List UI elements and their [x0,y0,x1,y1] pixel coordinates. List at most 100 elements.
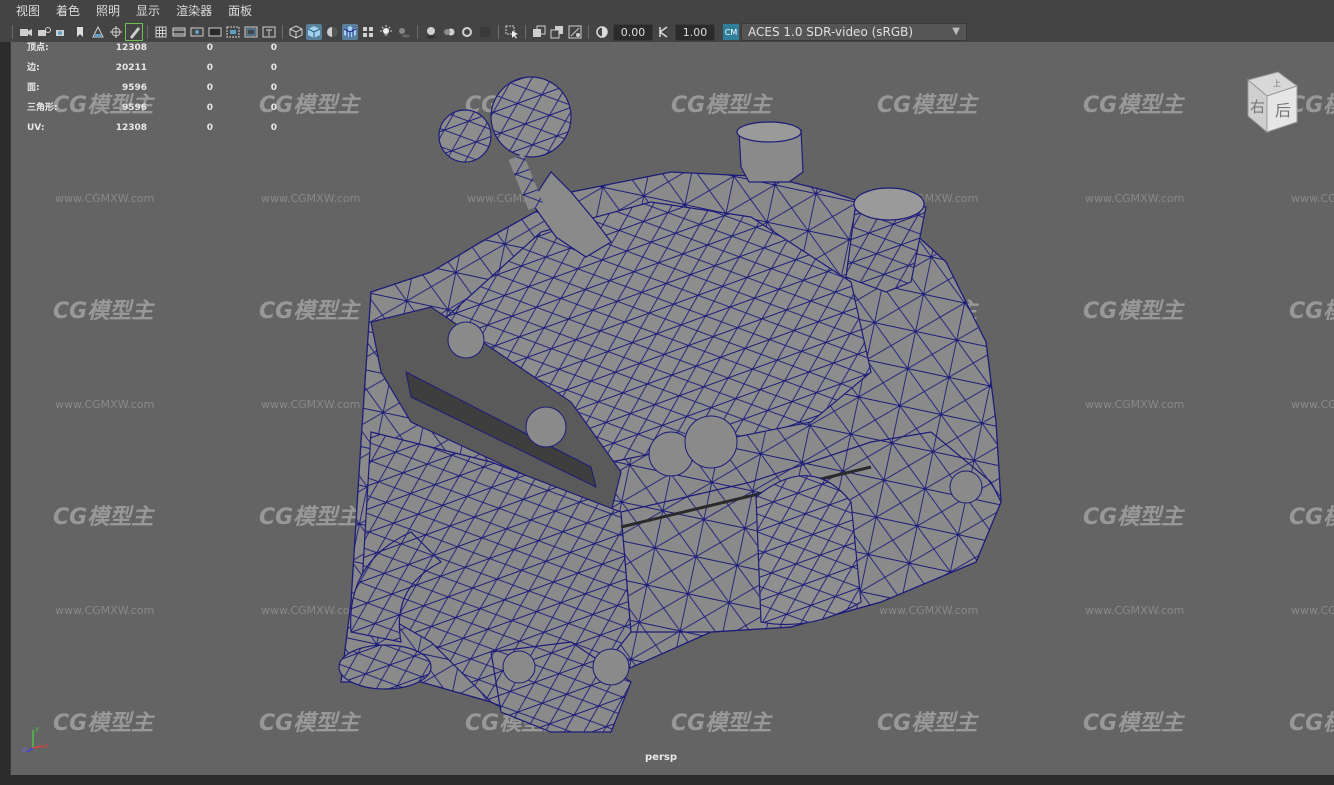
camera-select-icon[interactable] [18,24,34,40]
bookmark-icon[interactable] [72,24,88,40]
watermark-logo: CG模型主 [1083,711,1185,736]
watermark-logo: CG模型主 [53,299,155,324]
hud-row: 顶点: 12308 0 0 [27,42,277,62]
toolbar-divider [588,25,589,39]
treasure-chest-model [338,76,1002,733]
watermark-logo: CG模型主 [1083,93,1185,118]
watermark-url: www.CGMXW.com [1085,192,1184,205]
isolate-select-icon[interactable] [504,24,520,40]
grease-pencil-icon[interactable] [125,23,143,41]
shadows-icon[interactable] [396,24,412,40]
view-transform-dropdown[interactable]: ACES 1.0 SDR-video (sRGB) ▼ [741,23,967,41]
hud-row: 边: 20211 0 0 [27,62,277,82]
viewport-persp[interactable]: CG模型主 CG模型主 CG模型主 CG模型主 CG模型主 CG模型主 CG模型主 CG模型主… [10,42,1334,775]
use-all-lights-icon[interactable] [378,24,394,40]
watermark-logo: CG模型主 [259,711,361,736]
watermark-url: www.CGMXW.com [1291,192,1334,205]
hud-value-total: 20211 [115,63,147,73]
watermark-logo: CG模型主 [1083,505,1185,530]
axis-x-label: x [44,742,48,750]
hud-value-other: 0 [270,103,277,113]
panel-bottom-border [0,775,1334,785]
watermark-logo: CG模型主 [1289,505,1334,530]
view-transform-value: ACES 1.0 SDR-video (sRGB) [748,25,914,39]
film-gate-icon[interactable] [171,24,187,40]
gamma-field[interactable]: 1.00 [675,23,715,41]
watermark-logo: CG模型主 [259,505,361,530]
gamma-icon[interactable] [656,24,672,40]
watermark-url: www.CGMXW.com [261,398,360,411]
toolbar-divider [282,25,283,39]
wireframe-on-shaded-icon[interactable] [342,24,358,40]
exposure-field[interactable]: 0.00 [613,23,653,41]
grid-icon[interactable] [153,24,169,40]
watermark-logo: CG模型主 [671,93,773,118]
image-plane-icon[interactable] [90,24,106,40]
exposure-icon[interactable] [594,24,610,40]
resolution-gate-icon[interactable] [189,24,205,40]
menu-show[interactable]: 显示 [128,0,168,22]
xray-icon[interactable] [360,24,376,40]
panel-toolbar: 0.00 1.00 CM ACES 1.0 SDR-video (sRGB) ▼ [0,22,1334,42]
hud-value-other: 0 [270,123,277,133]
watermark-logo: CG模型主 [1289,711,1334,736]
hud-value-total: 12308 [115,43,147,53]
watermark-url: www.CGMXW.com [1085,604,1184,617]
two-d-pan-icon[interactable] [108,24,124,40]
hud-value-selected: 0 [206,43,213,53]
hud-label: UV: [27,123,45,133]
hud-label: 边: [27,63,40,73]
xray-active-icon[interactable] [549,24,565,40]
camera-lock-icon[interactable] [36,24,52,40]
menu-view[interactable]: 视图 [0,0,48,22]
watermark-url: www.CGMXW.com [261,604,360,617]
view-cube[interactable]: 上 右 后 [1233,68,1303,138]
watermark-logo: CG模型主 [671,711,773,736]
panel-menubar: 视图 着色 照明 显示 渲染器 面板 [0,0,1334,22]
color-management-icon[interactable]: CM [723,24,739,40]
field-chart-icon[interactable] [225,24,241,40]
hud-value-other: 0 [270,83,277,93]
smooth-shade-icon[interactable] [306,24,322,40]
xray-joints-icon[interactable] [531,24,547,40]
toolbar-divider [147,25,148,39]
gate-mask-icon[interactable] [207,24,223,40]
safe-action-icon[interactable] [243,24,259,40]
watermark-logo: CG模型主 [259,299,361,324]
hud-value-other: 0 [270,63,277,73]
hud-label: 顶点: [27,43,49,53]
menu-shading[interactable]: 着色 [48,0,88,22]
hud-value-other: 0 [270,43,277,53]
menu-panels[interactable]: 面板 [220,0,260,22]
depth-of-field-icon[interactable] [477,24,493,40]
watermark-url: www.CGMXW.com [1085,398,1184,411]
hud-value-selected: 0 [206,83,213,93]
watermark-url: www.CGMXW.com [879,604,978,617]
hud-value-selected: 0 [206,123,213,133]
chevron-down-icon: ▼ [952,26,960,37]
motion-blur-icon[interactable] [441,24,457,40]
hud-row: UV: 12308 0 0 [27,122,277,142]
toolbar-divider [498,25,499,39]
hud-value-selected: 0 [206,63,213,73]
hud-value-selected: 0 [206,103,213,113]
default-material-icon[interactable] [324,24,340,40]
axis-z-label: z [22,746,26,754]
chest-mesh-wireframe: CG模型主 CG模型主 CG模型主 CG模型主 CG模型主 CG模型主 CG模型主 CG模型主… [53,76,1334,736]
safe-title-icon[interactable] [261,24,277,40]
watermark-url: www.CGMXW.com [261,192,360,205]
screen-space-ao-icon[interactable] [423,24,439,40]
multisample-aa-icon[interactable] [459,24,475,40]
backface-culling-icon[interactable] [567,24,583,40]
hud-value-total: 9596 [121,103,147,113]
menu-renderer[interactable]: 渲染器 [168,0,220,22]
menu-lighting[interactable]: 照明 [88,0,128,22]
toolbar-divider [417,25,418,39]
wireframe-icon[interactable] [288,24,304,40]
hud-label: 三角形: [27,103,58,113]
watermark-logo: CG模型主 [1083,299,1185,324]
watermark-url: www.CGMXW.com [1291,398,1334,411]
viewcube-right-label: 右 [1250,98,1265,116]
camera-attributes-icon[interactable] [54,24,70,40]
watermark-logo: CG模型主 [53,711,155,736]
